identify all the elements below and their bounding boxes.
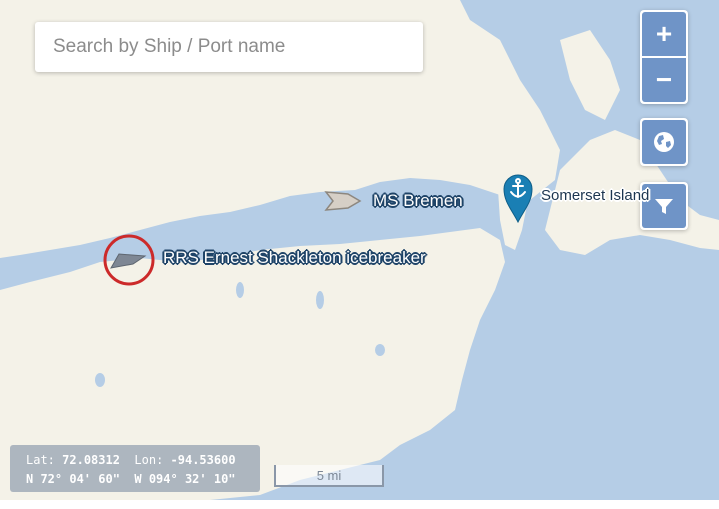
lake: [95, 373, 105, 387]
zoom-out-button[interactable]: −: [642, 58, 686, 102]
scale-bar: 5 mi: [274, 465, 384, 487]
ship-icon: [110, 253, 147, 269]
search-box[interactable]: [35, 22, 423, 72]
lat-value: 72.08312: [62, 453, 120, 467]
layers-control: [640, 118, 688, 166]
lake: [375, 344, 385, 356]
layers-button[interactable]: [642, 120, 686, 164]
lon-label: Lon:: [134, 453, 164, 467]
filter-icon: [655, 199, 673, 214]
ship-marker-selected[interactable]: [103, 234, 155, 291]
lake: [316, 291, 324, 309]
zoom-controls: + −: [640, 10, 688, 104]
port-marker[interactable]: [502, 172, 534, 229]
coordinates-readout: Lat: 72.08312 Lon: -94.53600 N 72° 04' 6…: [10, 445, 260, 492]
lon-dms: W 094° 32' 10": [134, 472, 236, 486]
globe-icon: [654, 132, 674, 152]
port-label[interactable]: Somerset Island: [541, 187, 649, 204]
lat-label: Lat:: [26, 453, 55, 467]
lon-value: -94.53600: [170, 453, 236, 467]
ship-label[interactable]: RRS Ernest Shackleton icebreaker: [163, 248, 426, 268]
zoom-in-button[interactable]: +: [642, 12, 686, 56]
ship-icon: [324, 191, 362, 211]
lake: [236, 282, 244, 298]
ship-label[interactable]: MS Bremen: [373, 191, 463, 211]
lat-dms: N 72° 04' 60": [26, 472, 120, 486]
ship-marker[interactable]: [324, 190, 362, 217]
search-input[interactable]: [51, 35, 407, 59]
